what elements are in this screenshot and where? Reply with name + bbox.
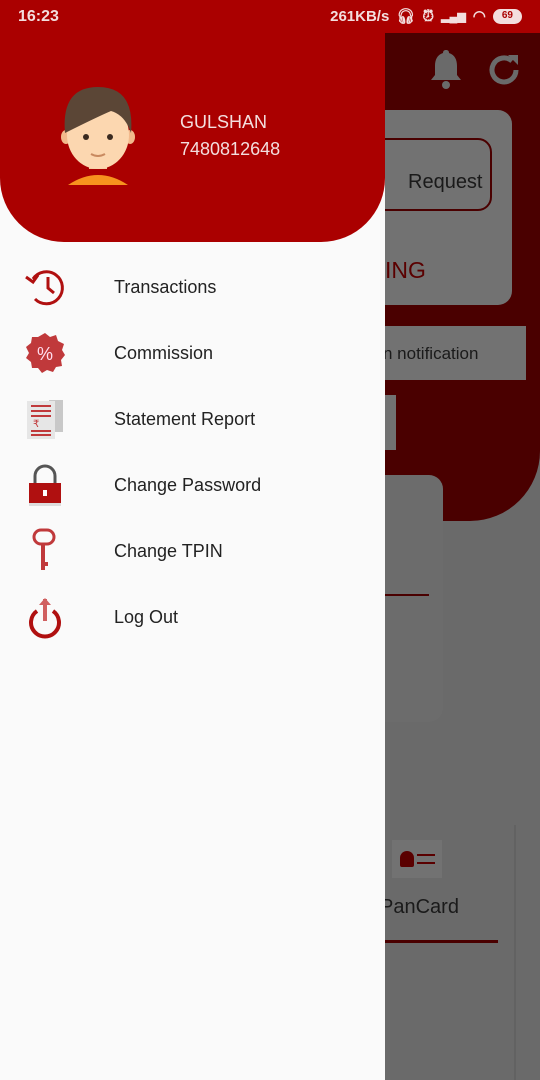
menu-item-commission[interactable]: % Commission xyxy=(0,323,385,383)
menu-item-change-password[interactable]: Change Password xyxy=(0,455,385,515)
power-icon xyxy=(0,595,90,639)
svg-text:₹: ₹ xyxy=(33,419,39,430)
status-bar: 16:23 261KB/s 🎧︎ ⏰︎ ▂▄▆ ◠ 69 xyxy=(0,0,540,33)
menu-label: Change TPIN xyxy=(114,540,223,561)
battery-icon: 69 xyxy=(492,8,522,24)
status-text: ING xyxy=(385,257,426,283)
navigation-drawer: GULSHAN 7480812648 Transactions % Commis… xyxy=(0,0,385,1080)
menu-item-statement-report[interactable]: ₹ Statement Report xyxy=(0,389,385,449)
menu-item-transactions[interactable]: Transactions xyxy=(0,257,385,317)
lock-icon xyxy=(0,463,90,507)
avatar xyxy=(60,85,136,192)
tab-underline xyxy=(385,940,498,943)
statement-icon: ₹ xyxy=(0,397,90,441)
menu-label: Commission xyxy=(114,342,214,363)
menu-label: Change Password xyxy=(114,474,262,495)
menu-label: Statement Report xyxy=(114,408,256,429)
menu-label: Transactions xyxy=(114,276,217,297)
history-icon xyxy=(0,267,90,307)
alarm-icon: ⏰︎ xyxy=(422,7,435,25)
percent-badge-icon: % xyxy=(0,331,90,375)
key-icon xyxy=(0,528,90,574)
svg-text:%: % xyxy=(37,344,53,364)
signal-icon: ▂▄▆ xyxy=(441,10,466,23)
notification-text: n notification xyxy=(383,344,479,363)
drawer-header: GULSHAN 7480812648 xyxy=(0,0,385,242)
status-time: 16:23 xyxy=(18,8,59,25)
vertical-divider xyxy=(514,825,516,1080)
wifi-icon: ◠ xyxy=(472,8,486,25)
user-phone: 7480812648 xyxy=(180,139,281,159)
refresh-icon[interactable] xyxy=(486,52,522,93)
pancard-icon[interactable] xyxy=(392,840,442,878)
pancard-label[interactable]: PanCard xyxy=(380,896,459,919)
headphone-icon: 🎧︎ xyxy=(396,8,416,25)
menu-item-log-out[interactable]: Log Out xyxy=(0,587,385,647)
user-name: GULSHAN xyxy=(180,112,268,132)
request-label: Request xyxy=(408,171,483,193)
menu-item-change-tpin[interactable]: Change TPIN xyxy=(0,521,385,581)
bell-icon[interactable] xyxy=(428,48,464,90)
net-speed: 261KB/s xyxy=(330,7,390,25)
divider xyxy=(385,594,429,596)
menu-label: Log Out xyxy=(114,606,179,627)
